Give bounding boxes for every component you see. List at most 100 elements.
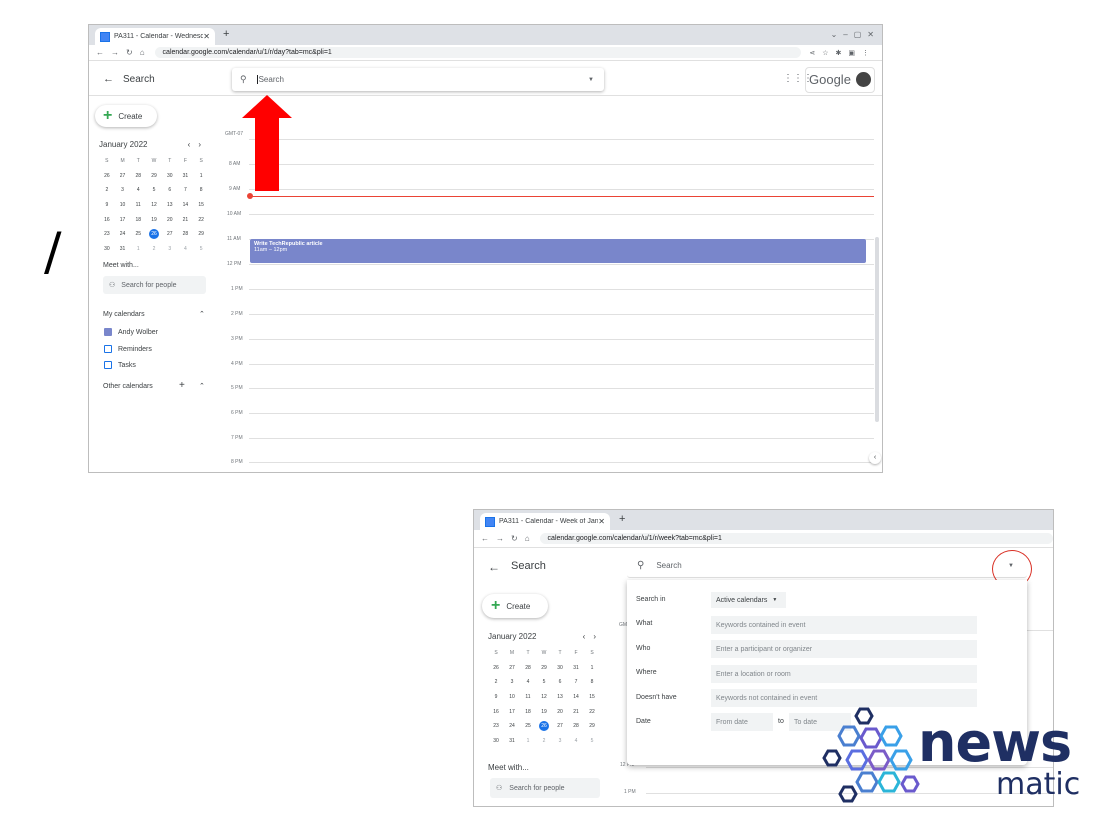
day-cell[interactable]: 4 bbox=[178, 242, 194, 257]
day-cell[interactable]: 17 bbox=[504, 704, 520, 719]
day-cell[interactable]: 29 bbox=[584, 719, 600, 734]
add-calendar-icon[interactable]: + bbox=[179, 380, 185, 391]
reload-icon[interactable]: ↻ bbox=[511, 534, 518, 543]
day-cell[interactable]: 31 bbox=[504, 734, 520, 749]
search-options-dropdown-icon[interactable]: ▼ bbox=[588, 77, 594, 83]
day-cell[interactable]: 19 bbox=[536, 704, 552, 719]
day-cell[interactable]: 18 bbox=[130, 212, 146, 227]
day-cell[interactable]: 5 bbox=[584, 734, 600, 749]
close-tab-icon[interactable]: ✕ bbox=[203, 32, 210, 41]
checkbox-icon[interactable] bbox=[104, 345, 112, 353]
day-cell[interactable]: 30 bbox=[552, 661, 568, 676]
day-cell[interactable]: 9 bbox=[99, 198, 115, 213]
new-tab-icon[interactable]: + bbox=[223, 28, 229, 40]
day-cell[interactable]: 16 bbox=[488, 704, 504, 719]
create-button[interactable]: + Create bbox=[95, 105, 157, 127]
day-cell[interactable]: 26 bbox=[488, 661, 504, 676]
day-cell[interactable]: 3 bbox=[552, 734, 568, 749]
day-cell[interactable]: 23 bbox=[488, 719, 504, 734]
day-cell[interactable]: 24 bbox=[504, 719, 520, 734]
day-cell[interactable]: 1 bbox=[520, 734, 536, 749]
collapse-chevron-icon[interactable]: ⌃ bbox=[199, 310, 205, 318]
home-icon[interactable]: ⌂ bbox=[140, 48, 145, 57]
day-cell[interactable]: 18 bbox=[520, 704, 536, 719]
day-cell[interactable]: 7 bbox=[178, 183, 194, 198]
day-cell[interactable]: 17 bbox=[115, 212, 131, 227]
toolbar-icons[interactable]: ⋖☆✱▣⋮ bbox=[809, 49, 876, 57]
day-cell[interactable]: 3 bbox=[504, 675, 520, 690]
month-nav-icons[interactable]: ‹› bbox=[188, 140, 209, 149]
day-cell[interactable]: 6 bbox=[552, 675, 568, 690]
url-field[interactable]: calendar.google.com/calendar/u/1/r/week?… bbox=[539, 533, 1053, 544]
day-cell[interactable]: 27 bbox=[504, 661, 520, 676]
day-cell[interactable]: 8 bbox=[584, 675, 600, 690]
day-cell[interactable]: 31 bbox=[115, 242, 131, 257]
day-cell[interactable]: 5 bbox=[193, 242, 209, 257]
day-cell[interactable]: 28 bbox=[178, 227, 194, 242]
day-cell[interactable]: 8 bbox=[193, 183, 209, 198]
day-cell[interactable]: 1 bbox=[193, 169, 209, 184]
today-cell[interactable]: 26 bbox=[536, 719, 552, 734]
new-tab-icon[interactable]: + bbox=[619, 513, 625, 525]
day-cell[interactable]: 31 bbox=[568, 661, 584, 676]
search-box[interactable]: ⚲ Search bbox=[627, 554, 1027, 578]
day-cell[interactable]: 29 bbox=[193, 227, 209, 242]
day-cell[interactable]: 2 bbox=[99, 183, 115, 198]
what-field[interactable]: Keywords contained in event bbox=[711, 616, 977, 634]
day-cell[interactable]: 27 bbox=[552, 719, 568, 734]
day-cell[interactable]: 13 bbox=[552, 690, 568, 705]
day-cell[interactable]: 11 bbox=[520, 690, 536, 705]
day-cell[interactable]: 22 bbox=[584, 704, 600, 719]
day-cell[interactable]: 21 bbox=[178, 212, 194, 227]
day-cell[interactable]: 4 bbox=[568, 734, 584, 749]
day-cell[interactable]: 6 bbox=[162, 183, 178, 198]
where-field[interactable]: Enter a location or room bbox=[711, 665, 977, 683]
day-cell[interactable]: 12 bbox=[536, 690, 552, 705]
collapse-chevron-icon[interactable]: ⌃ bbox=[199, 382, 205, 390]
other-calendars-label[interactable]: Other calendars bbox=[103, 383, 153, 390]
day-cell[interactable]: 1 bbox=[584, 661, 600, 676]
calendar-item[interactable]: Andy Wolber bbox=[104, 328, 158, 336]
search-people-input[interactable]: ⚇ Search for people bbox=[490, 778, 600, 798]
day-cell[interactable]: 9 bbox=[488, 690, 504, 705]
forward-icon[interactable]: → bbox=[496, 534, 504, 543]
day-cell[interactable]: 30 bbox=[488, 734, 504, 749]
day-cell[interactable]: 22 bbox=[193, 212, 209, 227]
day-cell[interactable]: 10 bbox=[504, 690, 520, 705]
url-field[interactable]: calendar.google.com/calendar/u/1/r/day?t… bbox=[154, 47, 802, 58]
day-cell[interactable]: 4 bbox=[130, 183, 146, 198]
day-cell[interactable]: 3 bbox=[115, 183, 131, 198]
from-date-field[interactable]: From date bbox=[711, 713, 773, 731]
search-people-input[interactable]: ⚇ Search for people bbox=[103, 276, 206, 294]
create-button[interactable]: + Create bbox=[482, 594, 548, 618]
calendar-event[interactable]: Write TechRepublic article 11am – 12pm bbox=[250, 239, 866, 263]
back-arrow-icon[interactable]: ← bbox=[103, 73, 114, 85]
day-cell[interactable]: 29 bbox=[536, 661, 552, 676]
browser-tab[interactable]: PA311 - Calendar - Week of Janu ✕ bbox=[480, 513, 610, 530]
day-cell[interactable]: 2 bbox=[536, 734, 552, 749]
reload-icon[interactable]: ↻ bbox=[126, 48, 133, 57]
search-box[interactable]: ⚲ Search ▼ bbox=[232, 68, 604, 91]
calendar-item[interactable]: Tasks bbox=[104, 361, 136, 369]
back-icon[interactable]: ← bbox=[96, 48, 104, 57]
who-field[interactable]: Enter a participant or organizer bbox=[711, 640, 977, 658]
day-cell[interactable]: 1 bbox=[130, 242, 146, 257]
forward-icon[interactable]: → bbox=[111, 48, 119, 57]
day-cell[interactable]: 31 bbox=[178, 169, 194, 184]
day-cell[interactable]: 14 bbox=[178, 198, 194, 213]
calendar-item[interactable]: Reminders bbox=[104, 345, 152, 353]
search-input[interactable]: Search bbox=[656, 561, 681, 570]
browser-tab[interactable]: PA311 - Calendar - Wednesday, ✕ bbox=[95, 28, 215, 45]
day-cell[interactable]: 23 bbox=[99, 227, 115, 242]
close-tab-icon[interactable]: ✕ bbox=[598, 517, 605, 526]
day-cell[interactable]: 19 bbox=[146, 212, 162, 227]
checkbox-checked-icon[interactable] bbox=[104, 328, 112, 336]
day-cell[interactable]: 27 bbox=[162, 227, 178, 242]
day-cell[interactable]: 2 bbox=[146, 242, 162, 257]
day-cell[interactable]: 30 bbox=[162, 169, 178, 184]
day-cell[interactable]: 10 bbox=[115, 198, 131, 213]
scrollbar[interactable] bbox=[875, 237, 879, 422]
day-cell[interactable]: 25 bbox=[130, 227, 146, 242]
day-cell[interactable]: 20 bbox=[552, 704, 568, 719]
my-calendars-label[interactable]: My calendars bbox=[103, 311, 145, 318]
